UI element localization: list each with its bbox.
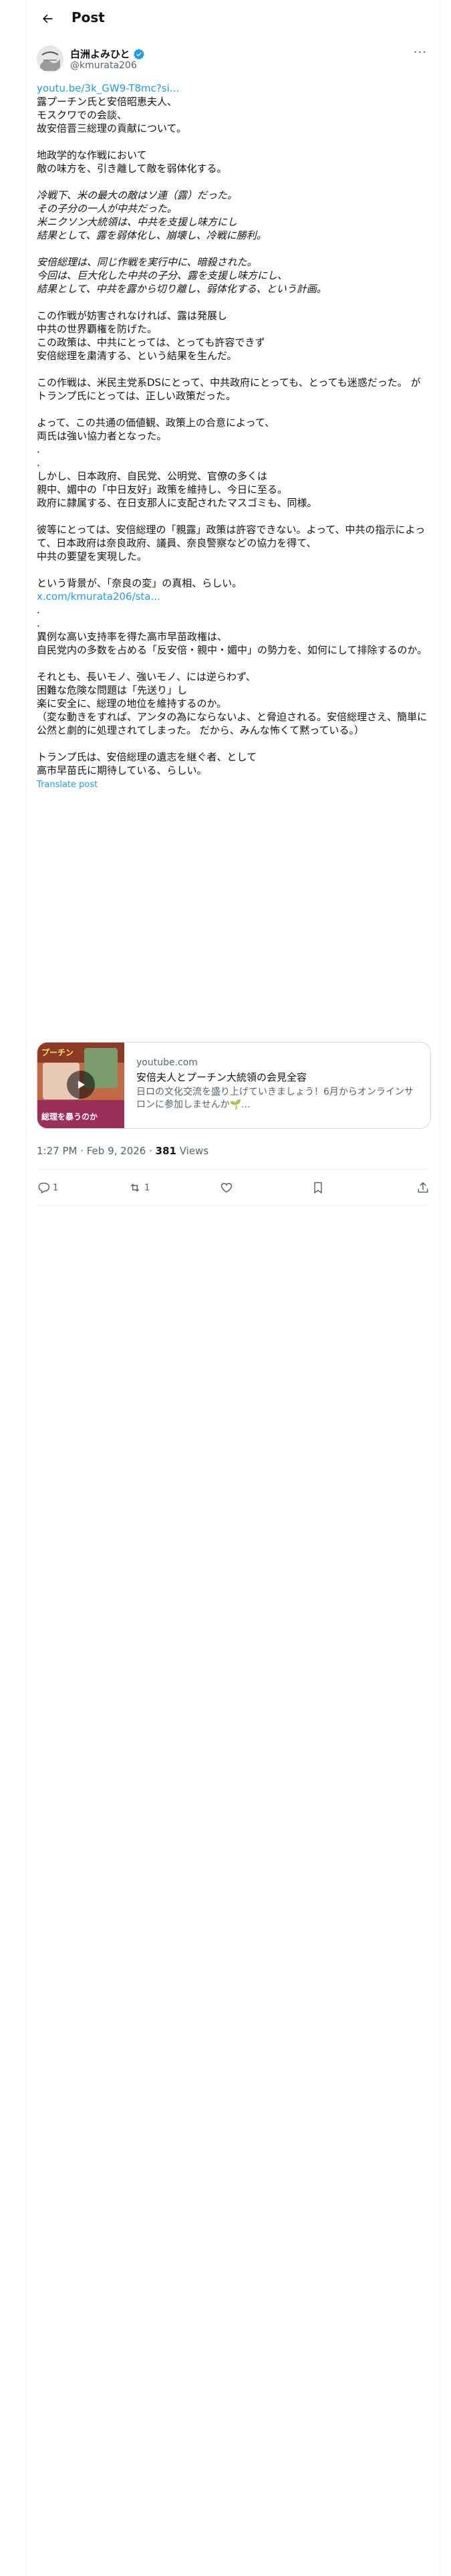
reply-count: 1 (53, 1182, 59, 1193)
post-line: この作戦が妨害されなければ、露は発展し (37, 310, 228, 322)
link-card[interactable]: プーチン 総理を暴うのか youtube.com 安倍夫人とプーチン大統領の会見… (37, 1042, 431, 1129)
avatar-image (37, 45, 63, 72)
post-lines: youtu.be/3k_GW9-T8mc?si... 露プーチン氏と安倍昭恵夫人、… (37, 82, 431, 777)
post-line: 両氏は強い協力者となった。 (37, 430, 167, 442)
post-line (37, 296, 431, 309)
repost-count: 1 (144, 1182, 150, 1193)
thumb-caption-bottom: 総理を暴うのか (41, 1112, 98, 1121)
back-arrow-icon (43, 14, 53, 23)
reply-icon (38, 1182, 50, 1194)
card-description: 日ロの文化交流を盛り上げていきましょう！6月からオンラインサロンに参加しませんか… (136, 1087, 414, 1110)
post-text: youtu.be/3k_GW9-T8mc?si... 露プーチン氏と安倍昭恵夫人、… (37, 82, 431, 792)
post-line (37, 135, 431, 148)
post-line: 高市早苗氏に期待している、らしい。 (37, 764, 207, 776)
post-line: 楽に安全に、総理の地位を維持するのか。 (37, 697, 227, 710)
post-line: しかし、日本政府、自民党、公明党、官僚の多くは (37, 470, 268, 482)
post-line (37, 362, 431, 376)
post-line: 安倍総理は、同じ作戦を実行中に、暗殺された。 (37, 256, 257, 268)
post-line: 今回は、巨大化した中共の子分、露を支援し味方にし、 (37, 270, 288, 282)
back-button[interactable] (37, 8, 58, 29)
reply-button[interactable]: 1 (37, 1181, 77, 1194)
post-line: 親中、媚中の「中日友好」政策を維持し、今日に至る。 (37, 484, 288, 496)
more-options-icon[interactable]: ··· (411, 47, 430, 62)
author-name[interactable]: 白洲よみひと (70, 47, 130, 61)
post-line (37, 242, 431, 255)
post-link[interactable]: youtu.be/3k_GW9-T8mc?si... (37, 82, 431, 95)
translate-post-link[interactable]: Translate post (37, 778, 431, 792)
play-button-icon[interactable] (67, 1071, 95, 1099)
post-line: モスクワでの会談、 (37, 109, 128, 121)
card-domain: youtube.com (136, 1057, 198, 1068)
avatar[interactable] (37, 45, 63, 72)
post-line: それとも、長いモノ、強いモノ、には逆らわず、 (37, 671, 256, 683)
post-column: Post 白洲よみひと @kmurata206 ··· youtu.be/3k_… (25, 0, 441, 2576)
post-line: 結果として、中共を露から切り離し、弱体化する、という計画。 (37, 283, 327, 295)
card-text: youtube.com 安倍夫人とプーチン大統領の会見全容 日ロの文化交流を盛り… (136, 1057, 421, 1111)
card-title: 安倍夫人とプーチン大統領の会見全容 (136, 1071, 307, 1083)
post-header: Post (26, 0, 440, 37)
post-line: この政策は、中共にとっては、とっても許容できず (37, 336, 265, 348)
post-line: 冷戦下、米の最大の敵はソ連（露）だった。 (37, 189, 238, 201)
post-meta: 1:27 PM · Feb 9, 2026 · 381 Views (37, 1145, 208, 1157)
post-line: 安倍総理を粛清する、という結果を生んだ。 (37, 350, 237, 362)
post-line: 故安倍晋三総理の貢献について。 (37, 122, 187, 134)
post-line: . (37, 443, 40, 455)
post-line: 地政学的な作戦において (37, 149, 147, 161)
post-line (37, 563, 431, 576)
post-line: 困難な危険な問題は「先送り」し (37, 684, 188, 696)
page-title: Post (71, 9, 105, 25)
repost-icon (130, 1183, 140, 1192)
author-name-row[interactable]: 白洲よみひと (70, 47, 145, 61)
post-line (37, 403, 431, 416)
bookmark-button[interactable] (311, 1181, 351, 1194)
bookmark-icon (314, 1182, 322, 1194)
post-line: トランプ氏にとっては、正しい政策だった。 (37, 390, 237, 402)
post-line: 露プーチン氏と安倍昭恵夫人、 (37, 96, 178, 108)
post-line: 彼等にとっては、安倍総理の「親露」政策は許容できない。よって、中共の指示によって… (37, 524, 426, 549)
share-icon (418, 1182, 428, 1193)
post-line: 自民党内の多数を占める「反安倍・親中・媚中」の勢力を、如何にして排除するのか。 (37, 644, 428, 656)
post-line: 中共の要望を実現した。 (37, 550, 148, 562)
views-count: 381 (155, 1145, 176, 1157)
repost-button[interactable]: 1 (128, 1181, 168, 1194)
views-label: Views (176, 1145, 209, 1157)
share-button[interactable] (403, 1181, 430, 1194)
post-line: この作戦は、米民主党系DSにとって、中共政府にとっても、とっても迷惑だった。 が (37, 377, 421, 389)
post-line: という背景が、「奈良の変」の真相、らしい。 (37, 577, 243, 589)
post-line: トランプ氏は、安倍総理の遺志を継ぐ者、として (37, 751, 257, 763)
post-line: 異例な高い支持率を得た高市早苗政権は、 (37, 631, 228, 643)
post-link[interactable]: x.com/kmurata206/sta... (37, 590, 431, 603)
post-line: 中共の世界覇権を防げた。 (37, 323, 158, 335)
post-line (37, 657, 431, 670)
action-bar: 1 1 (37, 1172, 430, 1204)
post-line: その子分の一人が中共だった。 (37, 203, 178, 215)
verified-badge-icon (133, 48, 144, 60)
card-thumbnail: プーチン 総理を暴うのか (37, 1043, 124, 1128)
post-line: 米ニクソン大統領は、中共を支援し味方にし (37, 216, 238, 228)
post-line: （変な動きをすれば、アンタの為にならないよ、と脅迫される。安倍総理さえ、簡単に公… (37, 711, 428, 736)
post-line (37, 510, 431, 523)
divider (37, 1205, 430, 1206)
post-line (37, 737, 431, 750)
post-line: 敵の味方を、引き離して敵を弱体化する。 (37, 163, 227, 175)
post-line: . (37, 617, 40, 629)
author-handle[interactable]: @kmurata206 (70, 60, 137, 71)
thumb-caption-top: プーチン (41, 1048, 74, 1057)
post-author: 白洲よみひと @kmurata206 ··· (37, 45, 430, 75)
post-line (37, 175, 431, 189)
post-line: . (37, 604, 40, 616)
post-line: よって、この共通の価値観、政策上の合意によって、 (37, 417, 275, 429)
like-button[interactable] (220, 1181, 260, 1194)
post-line: . (37, 457, 40, 469)
heart-icon (220, 1182, 233, 1193)
divider (37, 1169, 430, 1170)
post-line: 結果として、露を弱体化し、崩壊し、冷戦に勝利。 (37, 229, 267, 241)
post-timestamp[interactable]: 1:27 PM · Feb 9, 2026 · (37, 1145, 156, 1157)
post-line: 政府に隷属する、在日支那人に支配されたマスゴミも、同様。 (37, 497, 317, 509)
